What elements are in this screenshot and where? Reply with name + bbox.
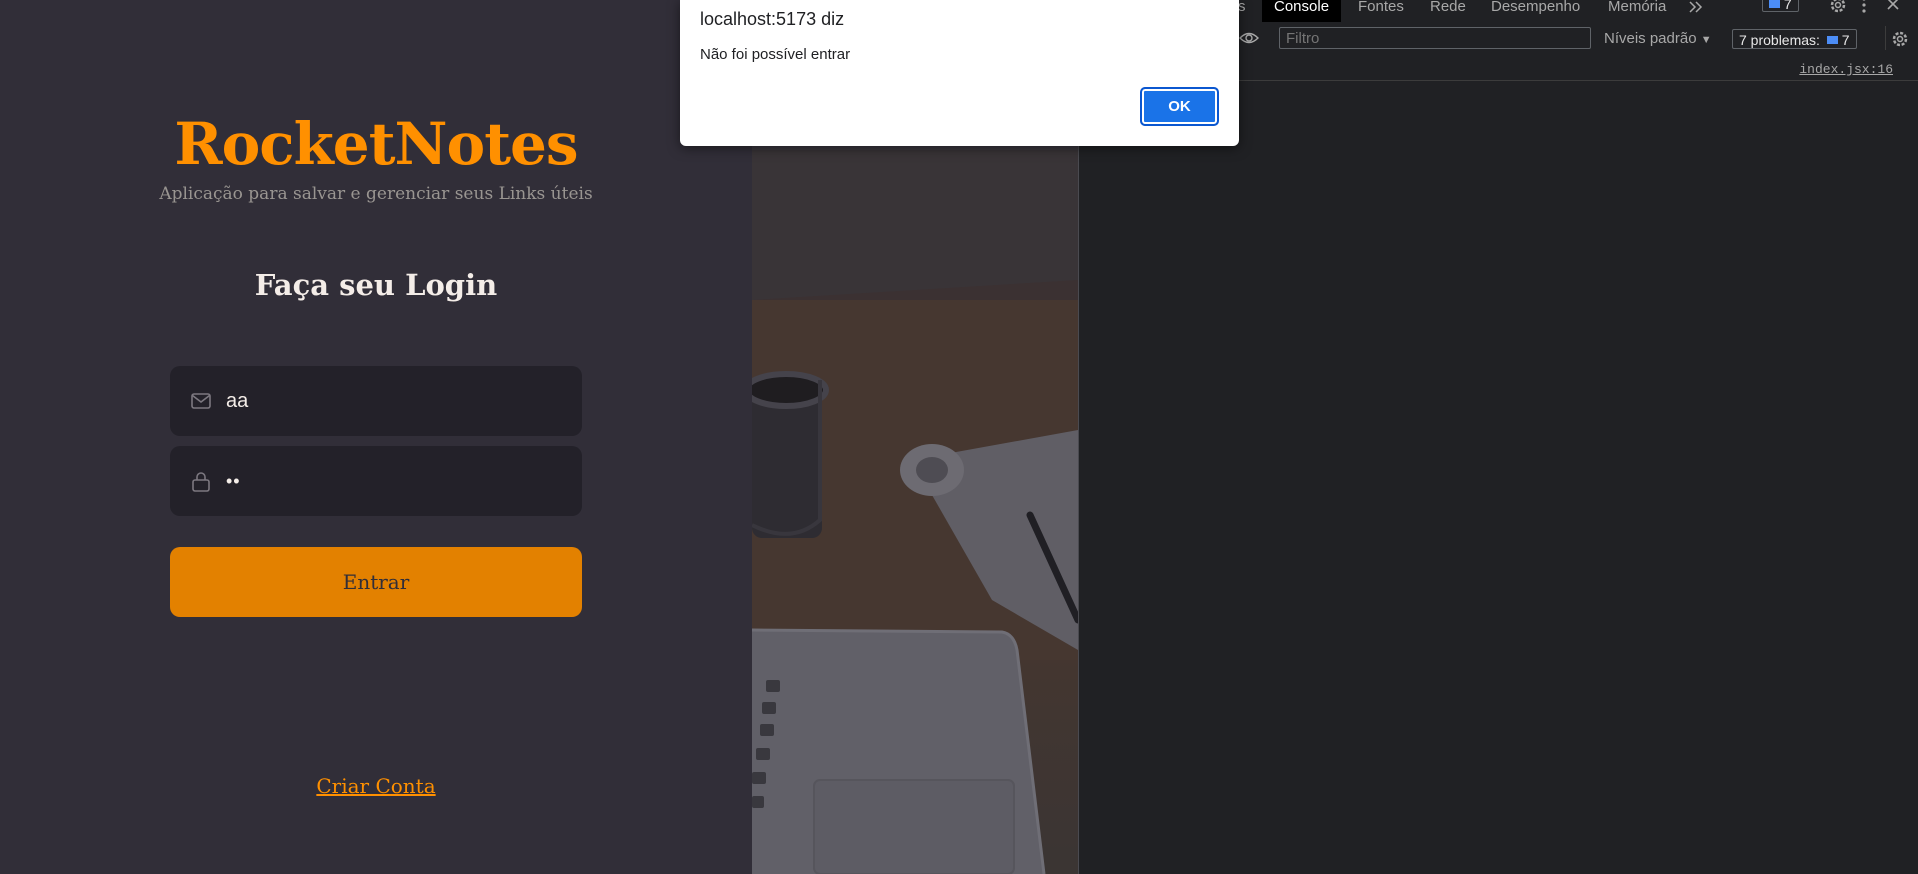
kebab-menu-icon[interactable] — [1861, 0, 1867, 14]
password-field[interactable] — [170, 446, 582, 516]
tab-memory[interactable]: Memória — [1608, 0, 1666, 22]
tab-console[interactable]: Console — [1262, 0, 1342, 22]
more-tabs-icon[interactable] — [1688, 0, 1704, 14]
tab-sources[interactable]: Fontes — [1358, 0, 1404, 22]
mail-icon — [191, 393, 211, 409]
tab-network[interactable]: Rede — [1430, 0, 1466, 22]
message-icon — [1826, 36, 1838, 44]
log-levels-label: Níveis padrão — [1604, 30, 1697, 47]
login-heading: Faça seu Login — [254, 268, 498, 302]
console-filter-input[interactable] — [1279, 27, 1591, 49]
brand-subtitle: Aplicação para salvar e gerenciar seus L… — [159, 184, 593, 204]
login-panel: RocketNotes Aplicação para salvar e gere… — [0, 0, 752, 874]
email-input[interactable] — [226, 366, 566, 436]
tab-elements[interactable]: s — [1238, 0, 1246, 22]
create-account-link[interactable]: Criar Conta — [0, 774, 752, 798]
toolbar-divider — [1885, 26, 1886, 50]
issues-badge[interactable]: 7 — [1762, 0, 1799, 12]
issues-badge-count: 7 — [1783, 0, 1792, 12]
console-settings-icon[interactable] — [1891, 30, 1909, 48]
log-levels-dropdown[interactable]: Níveis padrão ▼ — [1604, 30, 1712, 47]
problems-count: 7 — [1841, 32, 1850, 48]
password-input[interactable] — [226, 446, 566, 516]
brand-title: RocketNotes — [174, 110, 578, 178]
problems-label: 7 problemas: — [1739, 32, 1820, 48]
message-icon — [1769, 0, 1780, 8]
tab-performance[interactable]: Desempenho — [1491, 0, 1580, 22]
settings-icon[interactable] — [1829, 0, 1847, 14]
source-link[interactable]: index.jsx:16 — [1799, 62, 1893, 77]
alert-title: localhost:5173 diz — [700, 9, 845, 29]
eye-icon[interactable] — [1239, 31, 1259, 45]
problems-badge[interactable]: 7 problemas: 7 — [1732, 29, 1857, 49]
chevron-down-icon: ▼ — [1700, 34, 1712, 46]
login-button[interactable]: Entrar — [170, 547, 582, 617]
lock-icon — [192, 472, 210, 492]
alert-message: Não foi possível entrar — [700, 46, 851, 63]
close-icon[interactable] — [1886, 0, 1900, 11]
email-field[interactable] — [170, 366, 582, 436]
ok-button[interactable]: OK — [1140, 87, 1219, 126]
